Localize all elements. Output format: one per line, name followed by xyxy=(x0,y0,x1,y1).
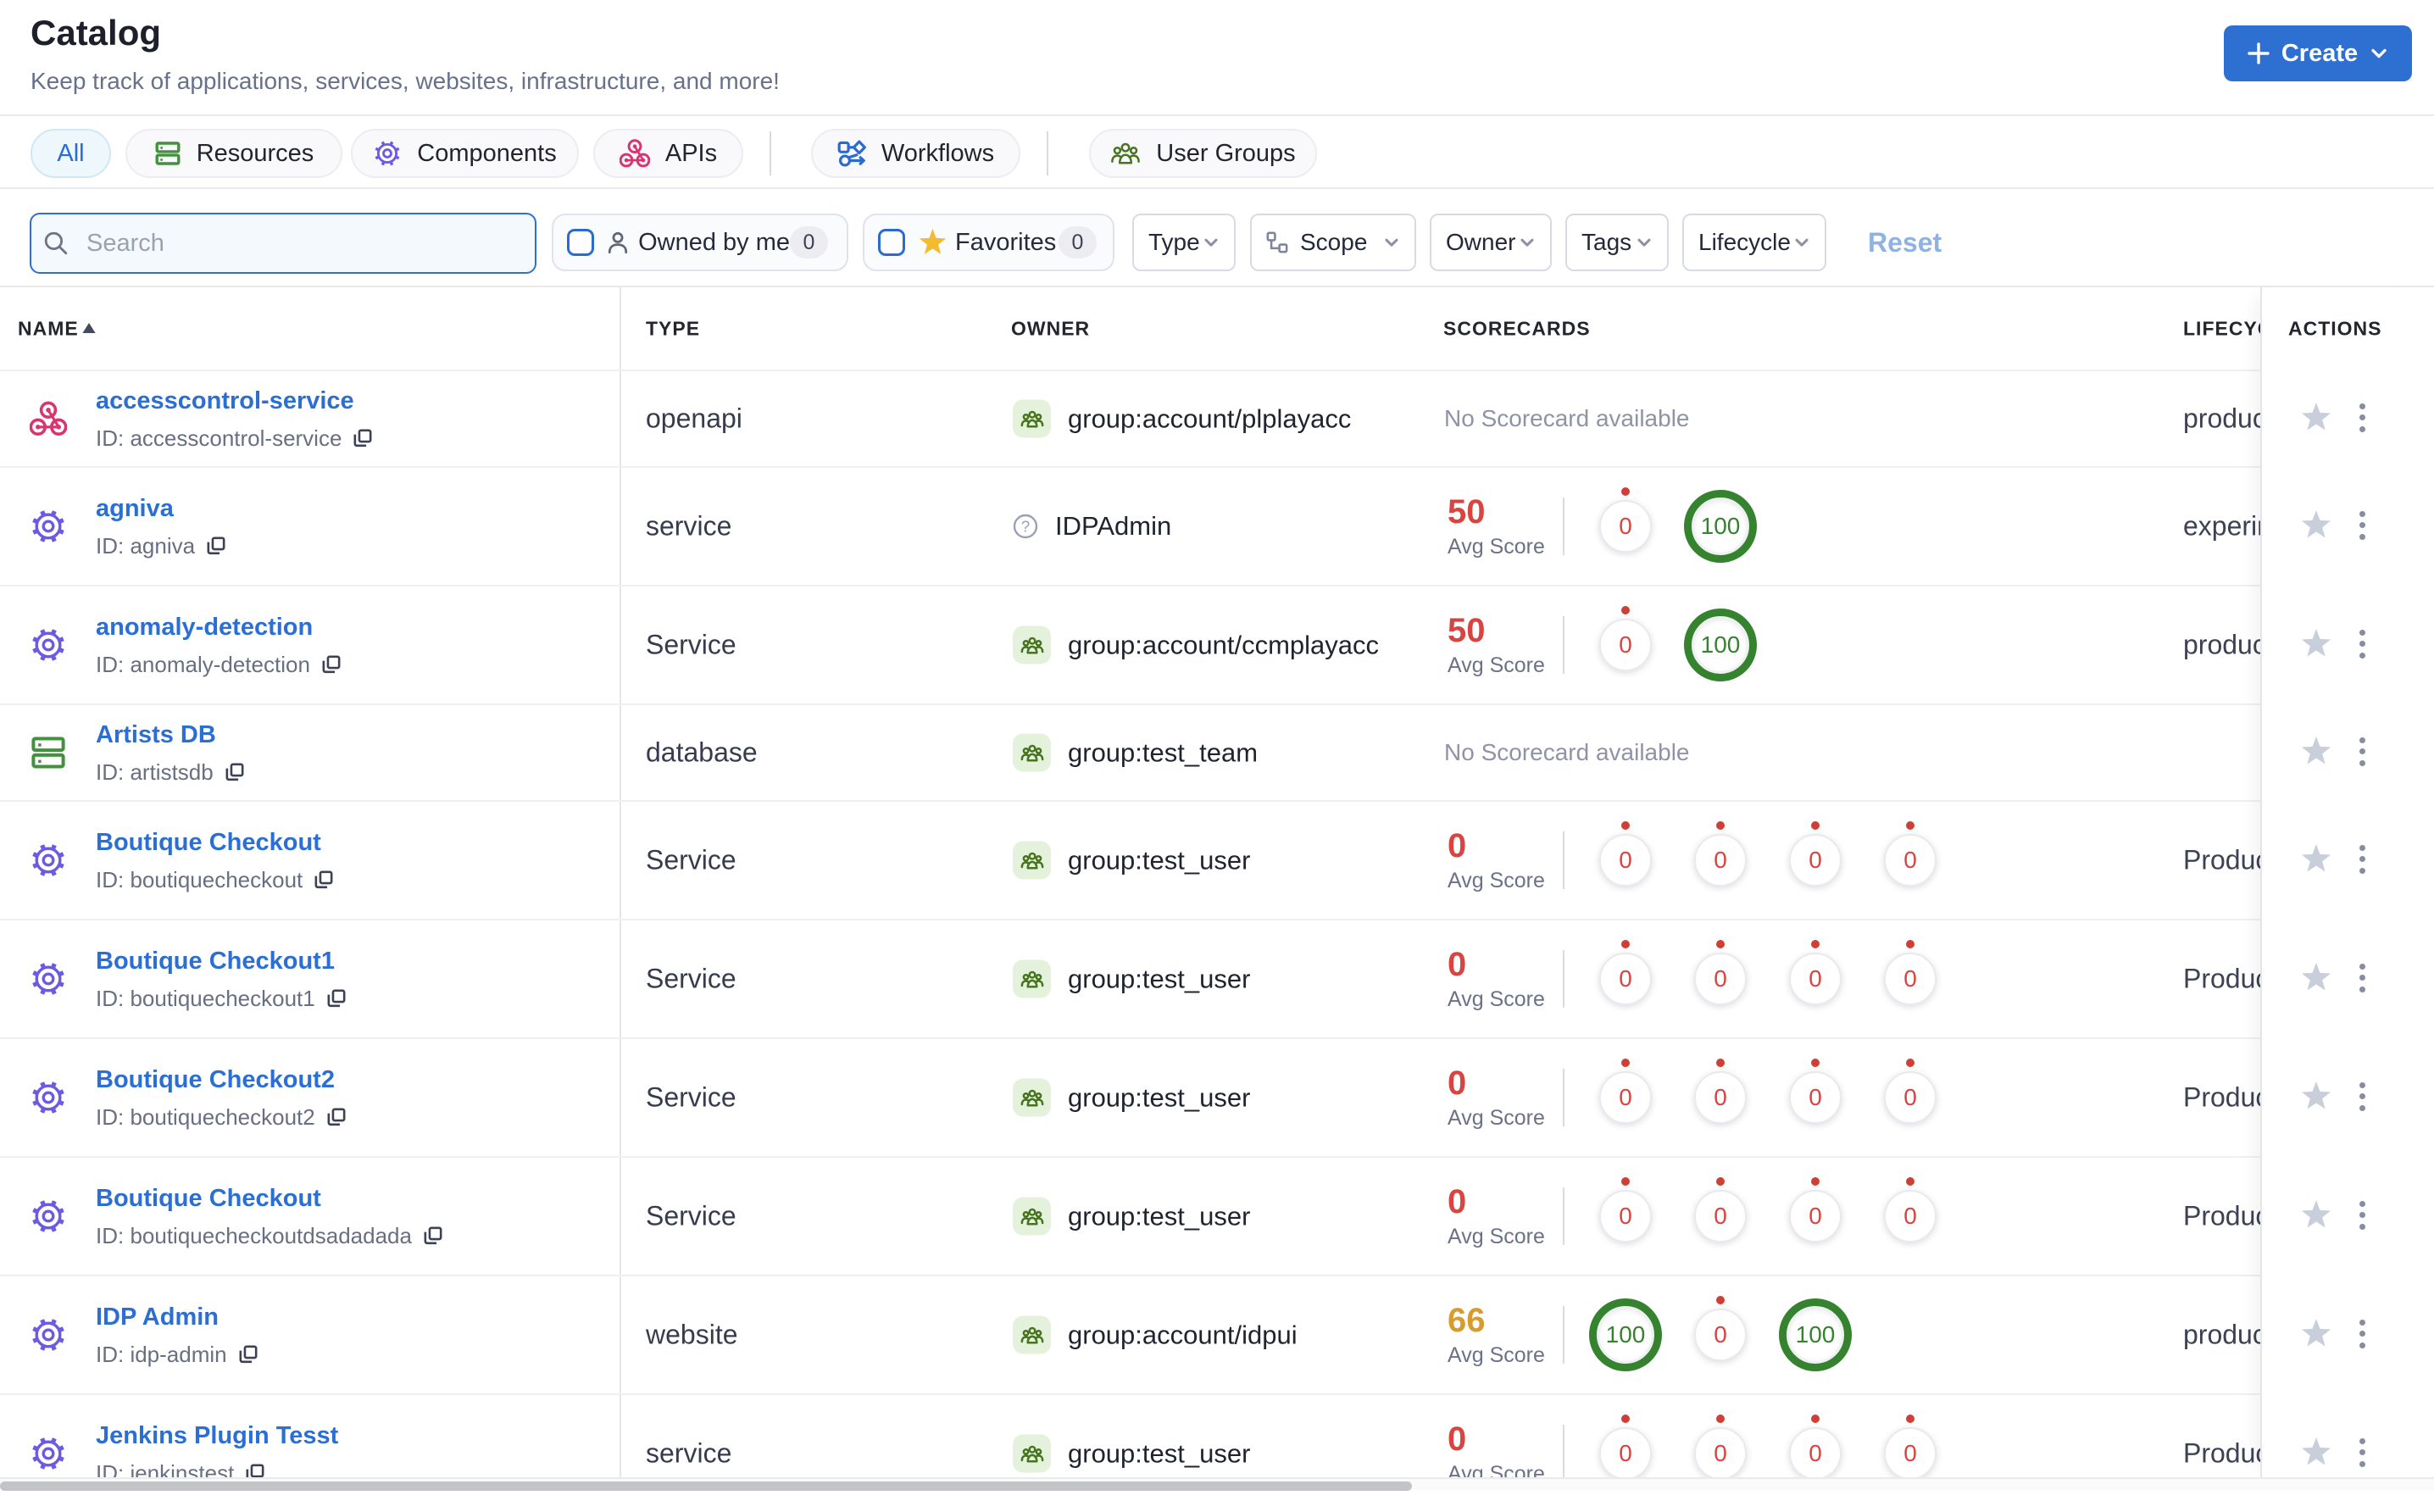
svg-text:?: ? xyxy=(1021,518,1030,536)
